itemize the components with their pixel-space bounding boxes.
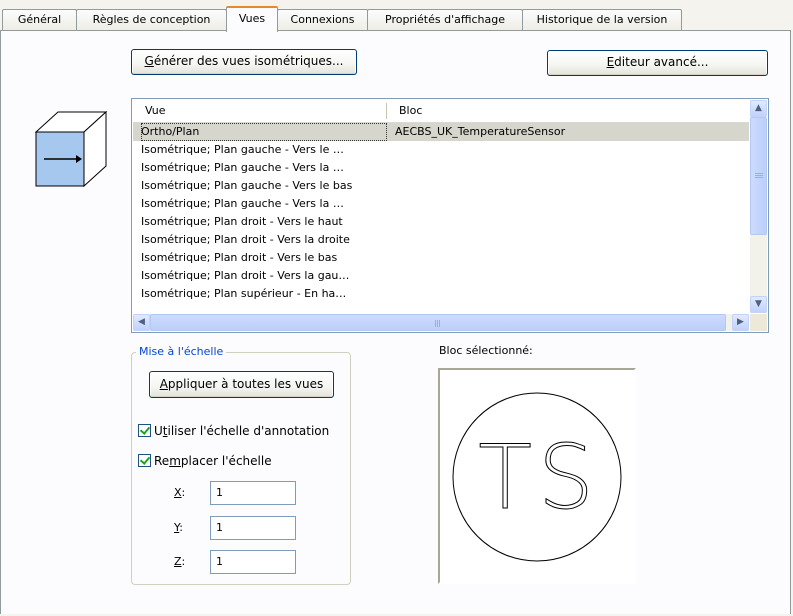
block-symbol-text: TS xyxy=(478,426,600,529)
scale-z-colon: : xyxy=(181,555,186,568)
use-annotation-scale-pre: U xyxy=(154,424,163,438)
list-item[interactable]: Isométrique; Plan droit - Vers la gau… xyxy=(133,267,749,285)
scale-groupbox: Mise à l'échelle Appliquer à toutes les … xyxy=(131,345,351,585)
scale-y-label: Y: xyxy=(174,516,183,540)
column-header-block[interactable]: Bloc xyxy=(387,100,687,122)
tab-strip: Général Règles de conception Vues Connex… xyxy=(0,0,793,32)
scale-y-input[interactable]: 1 xyxy=(210,516,296,540)
checkbox-box[interactable] xyxy=(138,424,151,437)
list-item[interactable]: Isométrique; Plan droit - Vers le bas xyxy=(133,249,749,267)
apply-all-post: ppliquer à toutes les vues xyxy=(167,377,324,391)
tab-views[interactable]: Vues xyxy=(226,6,278,32)
view-name: Isométrique; Plan droit - Vers la gau… xyxy=(141,269,350,282)
scroll-down-icon[interactable]: ▼ xyxy=(750,296,767,313)
view-name: Isométrique; Plan droit - Vers le bas xyxy=(141,251,338,264)
advanced-editor-button[interactable]: Editeur avancé... xyxy=(547,50,768,76)
block-name: AECBS_UK_TemperatureSensor xyxy=(395,125,566,138)
scroll-left-icon[interactable]: ◀ xyxy=(133,314,150,331)
views-list-rows: Ortho/Plan AECBS_UK_TemperatureSensor Iso… xyxy=(133,123,749,303)
tab-connections[interactable]: Connexions xyxy=(277,9,368,30)
view-name: Isométrique; Plan droit - Vers la droite xyxy=(141,233,350,246)
iso-view-cube-icon xyxy=(34,110,108,188)
view-name: Isométrique; Plan gauche - Vers la … xyxy=(141,197,344,210)
tab-design-rules[interactable]: Règles de conception xyxy=(76,9,227,30)
vertical-scroll-thumb[interactable] xyxy=(750,117,767,235)
scroll-up-icon[interactable]: ▲ xyxy=(750,100,767,117)
horizontal-scroll-thumb[interactable] xyxy=(150,314,726,331)
generate-iso-accel: G xyxy=(144,54,154,68)
checkmark-icon xyxy=(139,454,151,465)
block-preview-drawing: TS xyxy=(452,382,625,572)
view-name: Isométrique; Plan droit - Vers le haut xyxy=(141,215,343,228)
views-list-header: Vue Bloc xyxy=(133,100,749,123)
scroll-right-icon[interactable]: ▶ xyxy=(732,314,749,331)
list-item[interactable]: Isométrique; Plan supérieur - En ha… xyxy=(133,285,749,303)
advanced-editor-post: diteur avancé... xyxy=(614,55,709,69)
tab-display-properties[interactable]: Propriétés d'affichage xyxy=(367,9,523,30)
selected-block-preview: TS xyxy=(438,368,636,584)
generate-isometric-views-button[interactable]: Générer des vues isométriques... xyxy=(131,49,357,75)
list-item[interactable]: Isométrique; Plan gauche - Vers la … xyxy=(133,159,749,177)
scale-z-input[interactable]: 1 xyxy=(210,550,296,574)
override-scale-accel: m xyxy=(169,454,181,468)
apply-all-accel: A xyxy=(159,377,168,391)
column-header-view[interactable]: Vue xyxy=(133,100,386,122)
override-scale-pre: Re xyxy=(154,454,170,468)
scale-x-key: X xyxy=(174,486,182,499)
scale-x-colon: : xyxy=(181,486,186,499)
use-annotation-scale-post: iliser l'échelle d'annotation xyxy=(167,424,330,438)
view-name: Isométrique; Plan supérieur - En ha… xyxy=(141,287,347,300)
scale-x-label: X: xyxy=(174,481,185,505)
checkmark-icon xyxy=(139,424,151,435)
tab-version-history[interactable]: Historique de la version xyxy=(522,9,682,30)
views-list[interactable]: Vue Bloc Ortho/Plan AECBS_UK_TemperatureS… xyxy=(131,98,769,333)
scale-y-colon: : xyxy=(179,521,183,534)
view-name: Isométrique; Plan gauche - Vers la … xyxy=(141,161,344,174)
scale-group-legend: Mise à l'échelle xyxy=(136,345,227,358)
generate-iso-post: énérer des vues isométriques... xyxy=(153,54,344,68)
use-annotation-scale-checkbox[interactable]: Utiliser l'échelle d'annotation xyxy=(138,423,329,439)
checkbox-box[interactable] xyxy=(138,454,151,467)
list-item[interactable]: Isométrique; Plan droit - Vers la droite xyxy=(133,231,749,249)
list-item[interactable]: Isométrique; Plan gauche - Vers le bas xyxy=(133,177,749,195)
list-item[interactable]: Isométrique; Plan gauche - Vers le … xyxy=(133,141,749,159)
vertical-scrollbar[interactable]: ▲ ▼ xyxy=(750,100,767,313)
selected-block-label: Bloc sélectionné: xyxy=(439,344,533,357)
tab-general[interactable]: Général xyxy=(2,9,77,30)
scale-z-label: Z: xyxy=(174,550,185,574)
apply-to-all-views-button[interactable]: Appliquer à toutes les vues xyxy=(149,371,334,398)
view-name: Ortho/Plan xyxy=(141,123,387,141)
list-item[interactable]: Ortho/Plan AECBS_UK_TemperatureSensor xyxy=(133,123,749,141)
view-name: Isométrique; Plan gauche - Vers le … xyxy=(141,143,344,156)
view-name: Isométrique; Plan gauche - Vers le bas xyxy=(141,179,353,192)
override-scale-post: placer l'échelle xyxy=(180,454,272,468)
list-item[interactable]: Isométrique; Plan gauche - Vers la … xyxy=(133,195,749,213)
scale-z-key: Z xyxy=(174,555,182,568)
list-item[interactable]: Isométrique; Plan droit - Vers le haut xyxy=(133,213,749,231)
override-scale-checkbox[interactable]: Remplacer l'échelle xyxy=(138,453,272,469)
horizontal-scrollbar[interactable]: ◀ ▶ xyxy=(133,314,749,331)
scale-x-input[interactable]: 1 xyxy=(210,481,296,505)
scrollbar-corner xyxy=(750,314,767,331)
